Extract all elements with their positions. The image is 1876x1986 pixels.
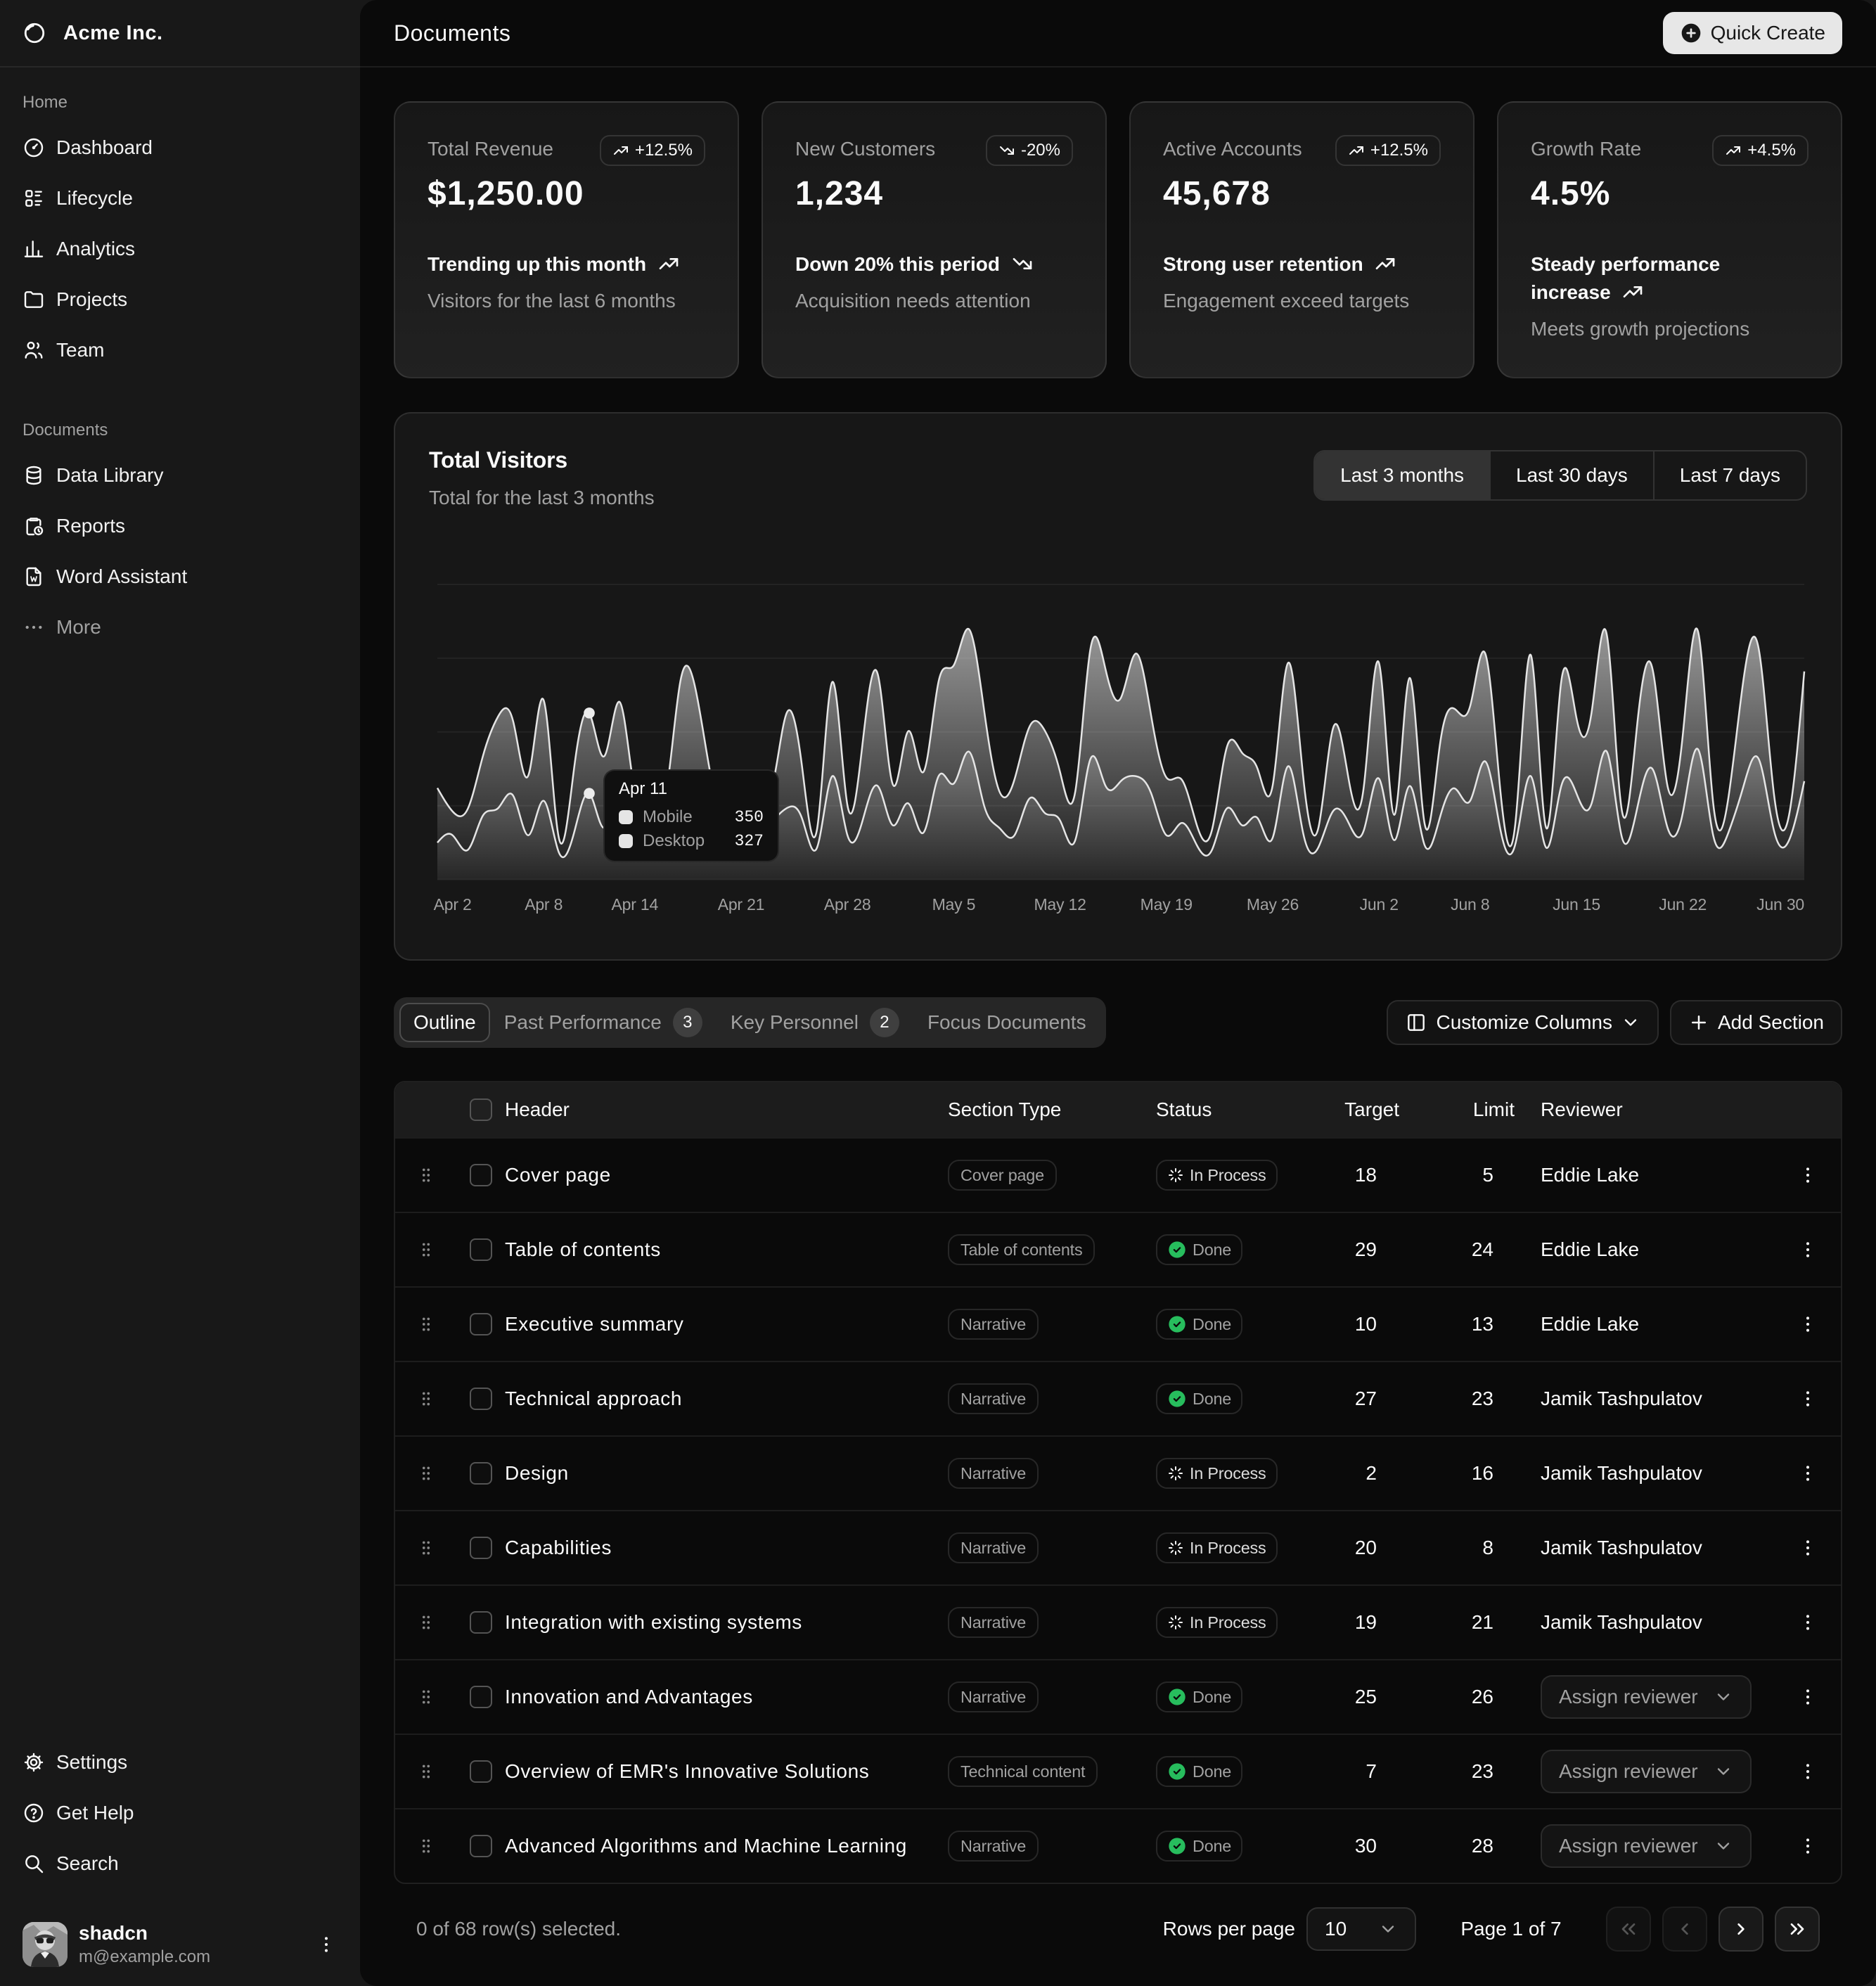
svg-text:May 19: May 19 [1141, 895, 1193, 914]
svg-text:May 26: May 26 [1247, 895, 1299, 914]
svg-text:Apr 8: Apr 8 [525, 895, 563, 914]
svg-text:Apr 14: Apr 14 [612, 895, 659, 914]
svg-text:Jun 22: Jun 22 [1659, 895, 1707, 914]
svg-text:Apr 2: Apr 2 [434, 895, 472, 914]
svg-text:May 5: May 5 [932, 895, 976, 914]
svg-text:Apr 28: Apr 28 [824, 895, 871, 914]
svg-text:Jun 8: Jun 8 [1451, 895, 1489, 914]
svg-text:Jun 15: Jun 15 [1553, 895, 1600, 914]
svg-text:May 12: May 12 [1034, 895, 1086, 914]
svg-text:Jun 30: Jun 30 [1756, 895, 1804, 914]
svg-text:Jun 2: Jun 2 [1360, 895, 1399, 914]
svg-text:Apr 21: Apr 21 [718, 895, 765, 914]
